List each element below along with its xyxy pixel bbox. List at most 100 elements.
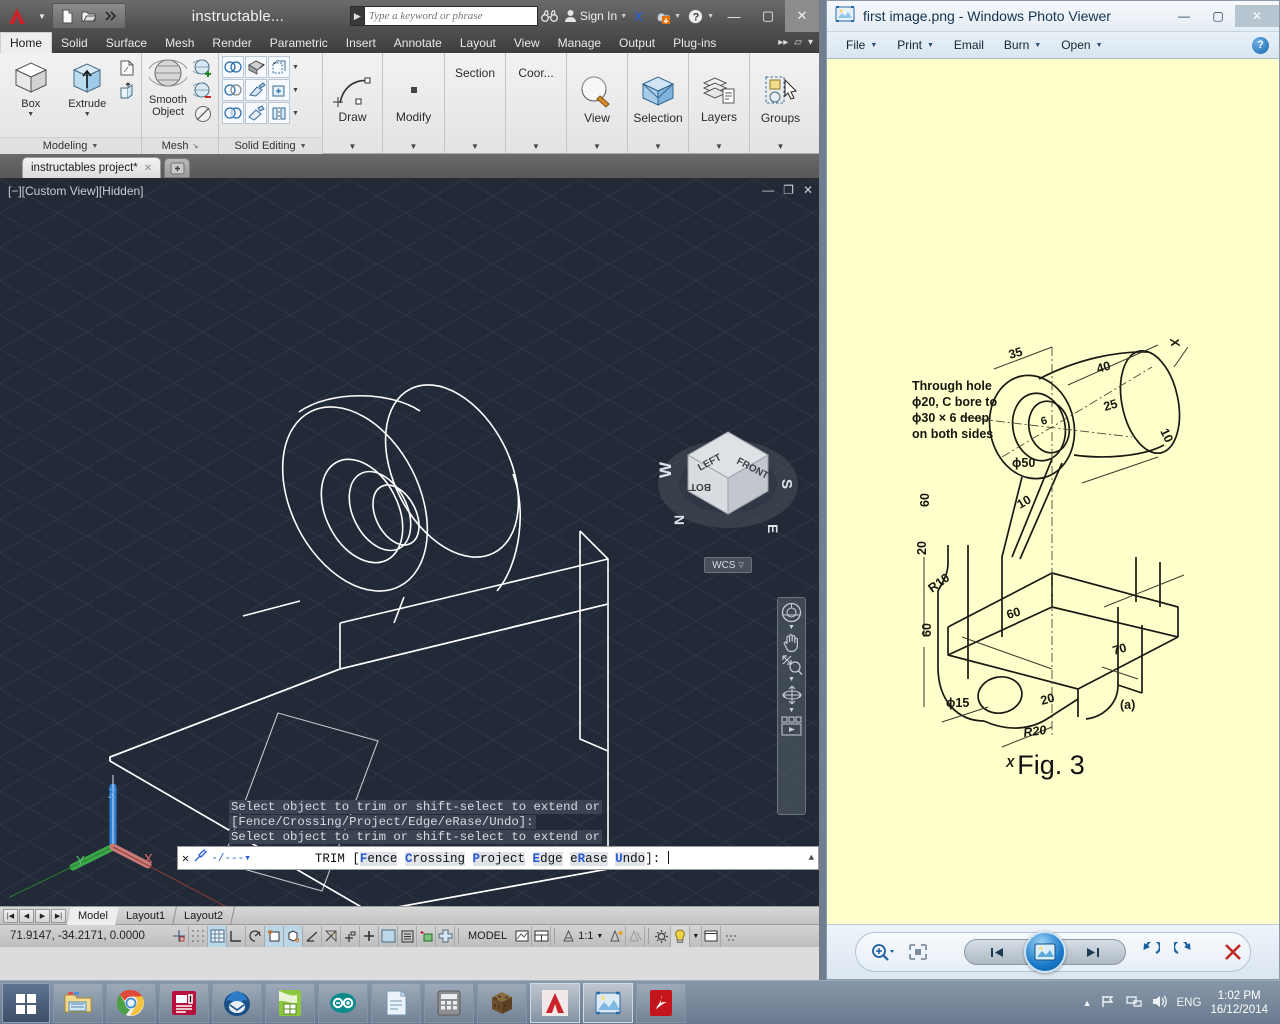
minimize-button[interactable]: — <box>717 0 751 32</box>
annotation-scale-control[interactable]: 1:1 ▼ <box>558 926 607 947</box>
rotate-clockwise-icon[interactable] <box>1174 942 1194 962</box>
photo-viewer-minimize-button[interactable]: — <box>1167 5 1201 27</box>
ribbon-tab-mesh[interactable]: Mesh <box>156 32 203 53</box>
lock-ui-lightbulb-icon[interactable] <box>671 925 691 947</box>
annotation-monitor-icon[interactable] <box>417 925 436 947</box>
quick-view-layouts-icon[interactable] <box>513 925 533 947</box>
file-tab-close-icon[interactable]: ✕ <box>144 163 152 174</box>
solid-edit-caret-1-icon[interactable]: ▼ <box>291 64 300 71</box>
subtract-icon[interactable] <box>222 79 244 101</box>
layout-next-icon[interactable]: ▶ <box>35 908 50 923</box>
panel-title-mesh[interactable]: Mesh ↘ <box>142 137 218 154</box>
notepad-icon[interactable] <box>371 982 421 1023</box>
language-indicator[interactable]: ENG <box>1177 997 1202 1009</box>
ribbon-tab-manage[interactable]: Manage <box>549 32 610 53</box>
layout-prev-icon[interactable]: ◀ <box>19 908 34 923</box>
layout-last-icon[interactable]: ▶| <box>51 908 66 923</box>
new-icon[interactable] <box>56 5 78 27</box>
box-tool-caret-icon[interactable]: ▼ <box>27 110 34 119</box>
selection-cycling-icon[interactable] <box>398 925 417 947</box>
layout-tab-model[interactable]: Model <box>67 906 119 925</box>
ribbon-tab-parametric[interactable]: Parametric <box>261 32 337 53</box>
smooth-less-icon[interactable] <box>192 80 214 102</box>
viewport-restore-icon[interactable]: ❐ <box>783 183 794 197</box>
modify-panel-caret-icon[interactable]: ▼ <box>410 142 418 154</box>
ribbon-tab-layout[interactable]: Layout <box>451 32 505 53</box>
auto-scale-icon[interactable] <box>626 925 646 947</box>
file-tab-instructables-project[interactable]: instructables project* ✕ <box>22 157 162 178</box>
command-close-icon[interactable]: ✕ <box>182 851 189 866</box>
volume-icon[interactable] <box>1151 994 1168 1012</box>
showmotion-icon[interactable] <box>779 715 804 737</box>
selection-panel-caret-icon[interactable]: ▼ <box>654 142 662 154</box>
action-center-flag-icon[interactable] <box>1101 994 1117 1012</box>
taskbar-clock[interactable]: 1:02 PM 16/12/2014 <box>1210 989 1272 1017</box>
search-expand-icon[interactable]: ▶ <box>349 6 364 26</box>
calculator-icon[interactable] <box>424 982 474 1023</box>
menu-burn[interactable]: Burn ▼ <box>995 34 1050 56</box>
ribbon-tab-render[interactable]: Render <box>203 32 260 53</box>
coordinates-panel-caret-icon[interactable]: ▼ <box>532 142 540 154</box>
add-status-button-icon[interactable] <box>436 925 455 947</box>
box-tool-button[interactable]: Box ▼ <box>3 56 59 119</box>
model-space-toggle[interactable]: MODEL <box>462 930 513 942</box>
coordinate-readout[interactable]: 71.9147, -34.2171, 0.0000 <box>0 930 170 942</box>
layout-tab-layout2[interactable]: Layout2 <box>173 906 236 925</box>
maximize-button[interactable]: ▢ <box>751 0 785 32</box>
zoom-caret-icon[interactable]: ▼ <box>788 676 795 683</box>
layers-panel-caret-icon[interactable]: ▼ <box>715 142 723 154</box>
ribbon-minimize-icon[interactable]: ▱ <box>794 37 802 48</box>
intersect-icon[interactable] <box>222 102 244 124</box>
next-icon[interactable] <box>1060 939 1126 965</box>
menu-open[interactable]: Open ▼ <box>1052 34 1111 56</box>
file-explorer-icon[interactable] <box>53 982 103 1023</box>
dynamic-input-icon[interactable] <box>341 925 360 947</box>
ribbon-tab-surface[interactable]: Surface <box>97 32 156 53</box>
google-chrome-icon[interactable] <box>106 982 156 1023</box>
panel-title-modeling[interactable]: Modeling ▼ <box>0 137 141 154</box>
close-button[interactable]: ✕ <box>785 0 819 32</box>
ribbon-tab-home[interactable]: Home <box>0 32 53 53</box>
rotate-counterclockwise-icon[interactable] <box>1140 942 1160 962</box>
menu-file[interactable]: File ▼ <box>837 34 886 56</box>
command-line[interactable]: ✕ -/---▾ TRIM [Fence Crossing Project Ed… <box>177 846 819 870</box>
panel-title-solid-editing[interactable]: Solid Editing ▼ <box>219 137 322 154</box>
layout-tab-layout1[interactable]: Layout1 <box>115 906 178 925</box>
lineweight-icon[interactable] <box>360 925 379 947</box>
photo-viewer-image-stage[interactable]: Through hole ϕ20, C bore to ϕ30 × 6 deep… <box>827 59 1279 924</box>
extrude-face-icon[interactable] <box>245 56 267 78</box>
clean-icon[interactable] <box>245 102 267 124</box>
draw-panel-caret-icon[interactable]: ▼ <box>349 142 357 154</box>
delete-icon[interactable] <box>1222 942 1244 962</box>
qat-more-icon[interactable] <box>100 5 122 27</box>
photo-viewer-close-button[interactable]: ✕ <box>1235 5 1279 27</box>
no-smooth-icon[interactable] <box>192 103 214 125</box>
command-prompt-glyph-icon[interactable]: -/---▾ <box>211 851 251 865</box>
menu-email[interactable]: Email <box>945 34 993 56</box>
windows-start-icon[interactable] <box>2 982 50 1023</box>
object-snap-tracking-icon[interactable] <box>303 925 322 947</box>
tray-expand-icon[interactable]: ▲ <box>1083 998 1092 1008</box>
polar-tracking-icon[interactable] <box>246 925 265 947</box>
clean-screen-icon[interactable] <box>702 925 722 947</box>
ribbon-tab-output[interactable]: Output <box>610 32 664 53</box>
photo-viewer-help-icon[interactable]: ? <box>1252 36 1269 54</box>
menu-file-caret-icon[interactable]: ▼ <box>870 42 877 49</box>
viewport-label[interactable]: [−][Custom View][Hidden] <box>8 184 144 198</box>
slideshow-icon[interactable] <box>1024 931 1066 973</box>
panel-mesh-expand-icon[interactable]: ↘ <box>193 142 199 150</box>
extract-edges-icon[interactable] <box>116 80 138 102</box>
photo-viewer-icon[interactable] <box>583 982 633 1023</box>
annotation-scale-caret-icon[interactable]: ▼ <box>596 933 603 940</box>
exchange-apps-icon[interactable]: X <box>630 0 652 32</box>
arduino-icon[interactable] <box>318 982 368 1023</box>
annotation-visibility-icon[interactable] <box>607 925 627 947</box>
ribbon-tab-plugins[interactable]: Plug-ins <box>664 32 725 53</box>
orbit-caret-icon[interactable]: ▼ <box>788 707 795 714</box>
news-reader-icon[interactable] <box>159 982 209 1023</box>
steering-wheel-caret-icon[interactable]: ▼ <box>788 624 795 631</box>
wcs-caret-icon[interactable]: ▽ <box>738 561 743 569</box>
menu-burn-caret-icon[interactable]: ▼ <box>1034 42 1041 49</box>
menu-print[interactable]: Print ▼ <box>888 34 943 56</box>
command-settings-icon[interactable] <box>193 849 208 867</box>
